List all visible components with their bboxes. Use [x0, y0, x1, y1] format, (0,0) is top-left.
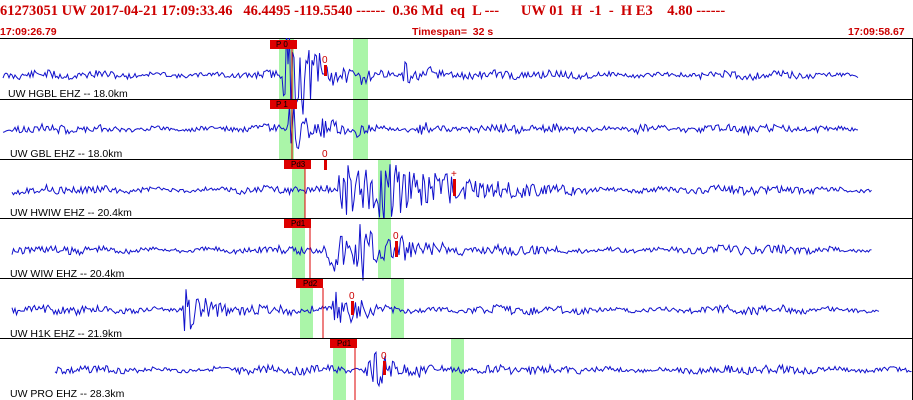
amplitude-bar — [395, 241, 398, 257]
waveform-plot[interactable]: P 0 0 UW HGBL EHZ -- 18.0km P 1 0 UW GBL… — [0, 38, 913, 400]
seismogram-panel[interactable]: P 0 0 UW HGBL EHZ -- 18.0km P 1 0 UW GBL… — [0, 38, 913, 400]
event-summary-line: 61273051 UW 2017-04-21 17:09:33.46 46.44… — [0, 3, 726, 19]
trace-row[interactable]: Pd1 0 UW WIW EHZ -- 20.4km — [0, 219, 913, 281]
amplitude-marker: + — [451, 169, 457, 180]
amplitude-bar — [324, 65, 327, 76]
seismogram-trace[interactable] — [2, 38, 859, 115]
start-time-label: 17:09:26.79 — [0, 26, 57, 38]
amplitude-bar — [383, 361, 386, 375]
seismogram-trace[interactable] — [2, 105, 859, 150]
amplitude-bar — [351, 301, 354, 315]
seismogram-trace[interactable] — [11, 289, 880, 332]
pick-label: P 0 — [276, 40, 288, 49]
amplitude-bar — [453, 179, 456, 196]
end-time-label: 17:09:58.67 — [848, 26, 905, 38]
amplitude-bar — [324, 160, 327, 170]
station-label: UW HWIW EHZ -- 20.4km — [10, 207, 132, 219]
header-bar: 61273051 UW 2017-04-21 17:09:33.46 46.44… — [0, 0, 913, 38]
station-label: UW HGBL EHZ -- 18.0km — [8, 88, 128, 100]
amplitude-marker: 0 — [349, 291, 355, 302]
trace-row[interactable]: P 0 0 UW HGBL EHZ -- 18.0km — [0, 38, 913, 115]
trace-row[interactable]: Pd2 0 UW H1K EHZ -- 21.9km — [0, 279, 913, 340]
station-label: UW GBL EHZ -- 18.0km — [10, 148, 122, 160]
amplitude-marker: 0 — [322, 55, 328, 66]
amplitude-marker: 0 — [393, 231, 399, 242]
seismogram-trace[interactable] — [11, 164, 872, 222]
timespan-label: Timespan= 32 s — [412, 26, 494, 38]
seismogram-trace[interactable] — [11, 224, 872, 281]
s-window-band — [378, 219, 391, 278]
seismogram-trace[interactable] — [54, 350, 912, 388]
pick-label: P 1 — [276, 100, 288, 109]
pick-label: Pd3 — [291, 160, 306, 169]
trace-row[interactable]: Pd3 + UW HWIW EHZ -- 20.4km — [0, 160, 913, 222]
s-window-band — [353, 39, 368, 99]
trace-row[interactable]: P 1 0 UW GBL EHZ -- 18.0km — [0, 100, 913, 170]
amplitude-marker: 0 — [322, 149, 328, 160]
amplitude-marker: 0 — [381, 351, 387, 362]
pick-label: Pd1 — [291, 219, 306, 228]
station-label: UW PRO EHZ -- 28.3km — [10, 388, 125, 400]
trace-row[interactable]: Pd1 0 UW PRO EHZ -- 28.3km — [10, 339, 912, 400]
pick-label: Pd1 — [337, 339, 352, 348]
pick-label: Pd2 — [303, 279, 318, 288]
